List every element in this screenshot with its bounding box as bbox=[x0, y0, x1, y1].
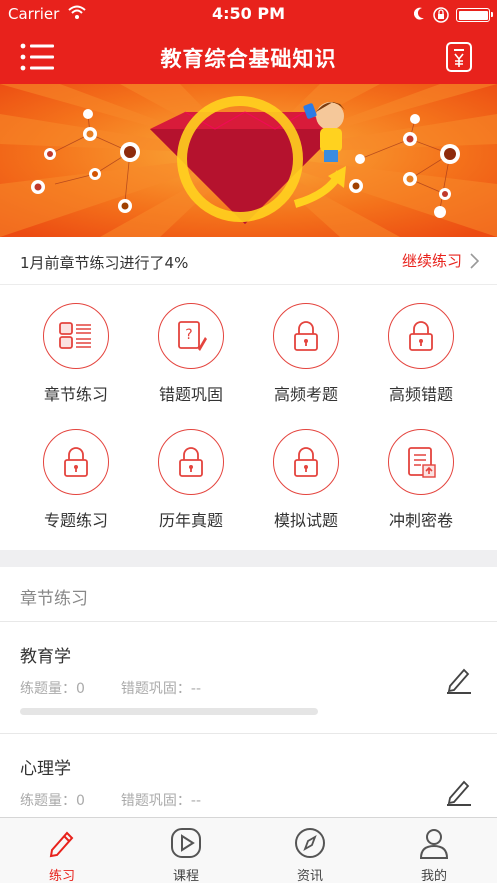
subject-progress-bar bbox=[20, 708, 318, 715]
practice-progress-row: 1月前章节练习进行了4% 继续练习 bbox=[0, 237, 497, 285]
promo-banner[interactable] bbox=[0, 84, 497, 237]
play-icon bbox=[171, 828, 201, 858]
subject-name: 心理学 bbox=[20, 759, 71, 779]
bottom-tab-bar: 练习 课程 资讯 我的 bbox=[0, 817, 497, 883]
subject-row[interactable]: 心理学 练题量：0 错题巩固：-- bbox=[0, 734, 497, 817]
compass-icon bbox=[295, 828, 325, 858]
grid-item-label: 模拟试题 bbox=[273, 511, 338, 530]
grid-item-label: 章节练习 bbox=[43, 385, 108, 404]
user-icon bbox=[419, 829, 449, 859]
lock-icon bbox=[158, 429, 224, 495]
svg-text:?: ? bbox=[185, 327, 192, 343]
feature-grid: 章节练习 ? 错题巩固 高频考题 高频错题 专题练习 历年真题 模拟试题 冲刺密… bbox=[0, 285, 497, 550]
continue-practice-label: 继续练习 bbox=[401, 252, 462, 270]
document-export-icon bbox=[388, 429, 454, 495]
grid-item-label: 专题练习 bbox=[43, 511, 108, 530]
nav-bar: 教育综合基础知识 bbox=[0, 30, 497, 84]
grid-item-label: 历年真题 bbox=[158, 511, 223, 530]
banner-graphic bbox=[0, 84, 497, 237]
grid-item-label: 错题巩固 bbox=[158, 385, 223, 404]
question-note-icon: ? bbox=[158, 303, 224, 369]
moon-icon bbox=[413, 7, 424, 20]
tab-label: 课程 bbox=[172, 869, 199, 883]
continue-practice-button[interactable]: 继续练习 bbox=[402, 250, 479, 271]
tab-news[interactable]: 资讯 bbox=[248, 818, 372, 883]
grid-item-topic-practice[interactable]: 专题练习 bbox=[14, 411, 138, 531]
grid-item-sprint-papers[interactable]: 冲刺密卷 bbox=[359, 411, 483, 531]
page-title: 教育综合基础知识 bbox=[160, 47, 337, 71]
grid-item-frequent-questions[interactable]: 高频考题 bbox=[244, 285, 368, 405]
grid-item-mock-tests[interactable]: 模拟试题 bbox=[244, 411, 368, 531]
lock-icon bbox=[43, 429, 109, 495]
subject-row[interactable]: 教育学 练题量：0 错题巩固：-- bbox=[0, 622, 497, 734]
grid-item-label: 冲刺密卷 bbox=[388, 511, 453, 530]
subject-stats: 练题量：0 错题巩固：-- bbox=[20, 790, 201, 810]
section-title: 章节练习 bbox=[0, 567, 497, 622]
progress-text: 1月前章节练习进行了4% bbox=[20, 254, 189, 272]
grid-item-frequent-mistakes[interactable]: 高频错题 bbox=[359, 285, 483, 405]
mistake-review-status: 错题巩固：-- bbox=[120, 681, 202, 697]
question-count: 练题量：0 bbox=[20, 793, 85, 809]
grid-item-mistake-review[interactable]: ? 错题巩固 bbox=[129, 285, 253, 405]
chapter-list-icon bbox=[43, 303, 109, 369]
grid-item-label: 高频考题 bbox=[273, 385, 338, 404]
tab-profile[interactable]: 我的 bbox=[372, 818, 496, 883]
lock-icon bbox=[273, 429, 339, 495]
pencil-icon bbox=[49, 831, 74, 858]
question-count: 练题量：0 bbox=[20, 681, 85, 697]
mistake-review-status: 错题巩固：-- bbox=[120, 793, 202, 809]
orientation-lock-icon bbox=[433, 7, 449, 23]
edit-pencil-icon[interactable] bbox=[444, 664, 474, 694]
tab-label: 我的 bbox=[420, 869, 447, 883]
grid-item-chapter-practice[interactable]: 章节练习 bbox=[14, 285, 138, 405]
subject-name: 教育学 bbox=[20, 647, 71, 667]
tab-practice[interactable]: 练习 bbox=[0, 818, 124, 883]
lock-icon bbox=[273, 303, 339, 369]
edit-pencil-icon[interactable] bbox=[444, 776, 474, 806]
subject-stats: 练题量：0 错题巩固：-- bbox=[20, 678, 201, 698]
yuan-wallet-icon[interactable] bbox=[444, 40, 474, 74]
status-bar: Carrier 4:50 PM bbox=[0, 0, 497, 30]
grid-item-label: 高频错题 bbox=[388, 385, 453, 404]
chapter-practice-section: 章节练习 教育学 练题量：0 错题巩固：-- 心理学 练题量：0 错题巩固：-- bbox=[0, 567, 497, 817]
tab-courses[interactable]: 课程 bbox=[124, 818, 248, 883]
battery-icon bbox=[456, 8, 493, 22]
chevron-right-icon bbox=[470, 252, 479, 269]
tab-label: 资讯 bbox=[296, 869, 323, 883]
tab-label: 练习 bbox=[48, 869, 75, 883]
lock-icon bbox=[388, 303, 454, 369]
grid-item-past-exams[interactable]: 历年真题 bbox=[129, 411, 253, 531]
